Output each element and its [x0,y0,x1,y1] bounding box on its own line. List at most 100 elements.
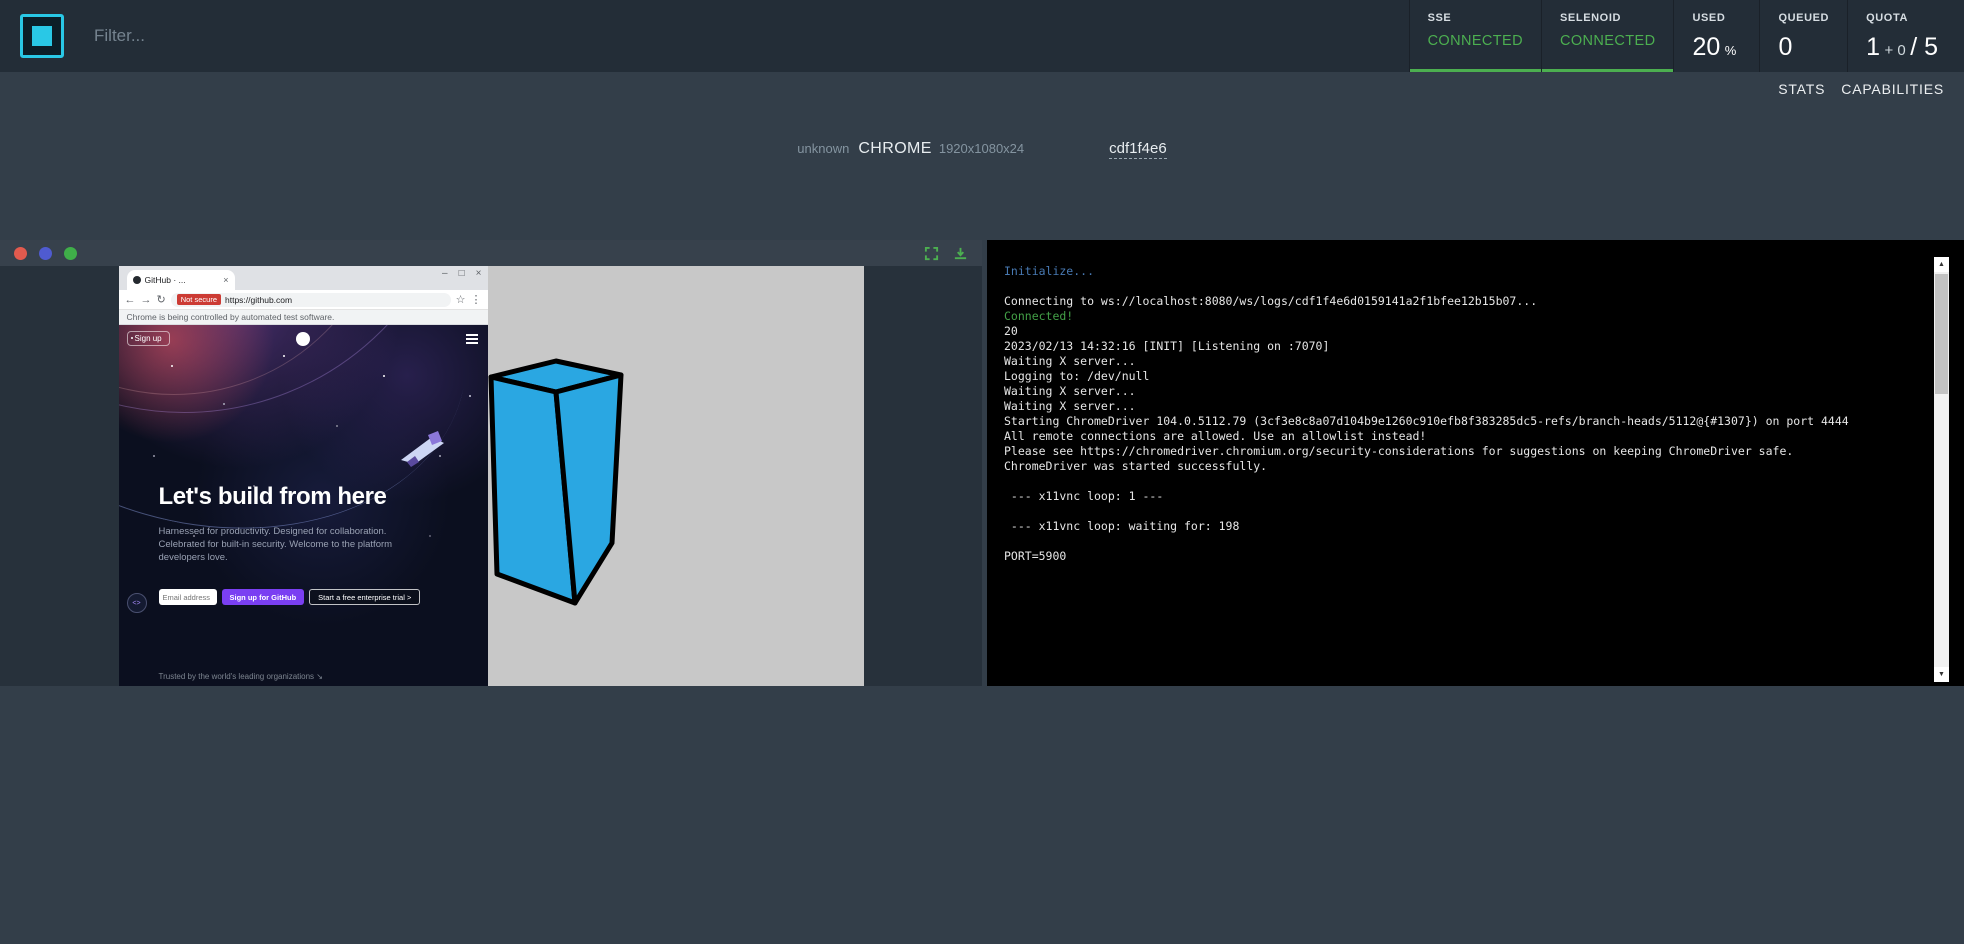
tab-close-icon[interactable]: × [223,275,228,285]
scrollbar-track[interactable] [1934,272,1949,667]
not-secure-badge: Not secure [177,294,221,305]
stat-label: QUOTA [1866,12,1938,24]
menu-icon[interactable] [466,334,478,346]
url-text: https://github.com [225,295,292,305]
vnc-actions [924,246,968,261]
sse-status: CONNECTED [1428,33,1523,49]
used-number: 20 [1692,33,1720,61]
session-quota-user: unknown [797,141,849,156]
stat-selenoid: SELENOID CONNECTED [1541,0,1673,72]
session-id-link[interactable]: cdf1f4e6 [1109,140,1167,159]
github-header: Sign up [127,331,480,349]
vnc-titlebar [0,240,982,266]
log-line: All remote connections are allowed. Use … [1004,429,1904,444]
log-line: --- x11vnc loop: 1 --- [1004,489,1904,504]
browser-tab[interactable]: GitHub · ... × [127,270,235,290]
spaceship-graphic [397,429,449,471]
log-lines: Initialize... Connecting to ws://localhos… [1004,264,1904,564]
scroll-up-icon[interactable]: ▲ [1934,257,1949,272]
log-line: PORT=5900 [1004,549,1904,564]
stat-queued: QUEUED 0 [1759,0,1847,72]
stat-sse: SSE CONNECTED [1409,0,1541,72]
log-line: Starting ChromeDriver 104.0.5112.79 (3cf… [1004,414,1904,429]
tab-capabilities[interactable]: CAPABILITIES [1841,81,1944,97]
download-icon[interactable] [953,246,968,261]
log-line [1004,504,1904,519]
log-line: Initialize... [1004,264,1904,279]
github-page: Sign up Let's build from here Harnessed … [119,325,488,686]
tab-stats[interactable]: STATS [1778,81,1825,97]
github-logo-icon [296,332,310,346]
quota-total: / 5 [1910,33,1938,61]
browser-window: GitHub · ... × – □ × ← → ↻ Not secure [119,266,488,686]
stat-used: USED 20 % [1673,0,1759,72]
session-browser-name: CHROME [858,140,932,158]
close-button[interactable]: × [476,268,482,279]
refresh-icon[interactable]: ↻ [157,293,166,306]
signup-for-github-button[interactable]: Sign up for GitHub [222,589,305,605]
used-value: 20 % [1692,33,1741,62]
stat-label: SSE [1428,12,1523,24]
log-line: Please see https://chromedriver.chromium… [1004,444,1904,459]
log-line: Connecting to ws://localhost:8080/ws/log… [1004,294,1904,309]
quota-pending: + 0 [1884,42,1905,59]
selenoid-ui-logo[interactable] [20,14,64,58]
tab-title: GitHub · ... [145,275,220,285]
log-line: Waiting X server... [1004,354,1904,369]
log-line: Waiting X server... [1004,399,1904,414]
used-unit: % [1725,43,1737,58]
topbar: SSE CONNECTED SELENOID CONNECTED USED 20… [0,0,1964,72]
connection-stats: SSE CONNECTED SELENOID CONNECTED USED 20… [1409,0,1964,72]
fullscreen-icon[interactable] [924,246,939,261]
browser-toolbar: ← → ↻ Not secure https://github.com ☆ ⋮ [119,290,488,310]
infobar-text: Chrome is being controlled by automated … [127,312,335,322]
session-row: unknown CHROME 1920x1080x24 cdf1f4e6 [0,140,1964,159]
filter-input[interactable] [94,26,514,46]
code-bubble-icon: <> [127,593,147,613]
scrollbar-thumb[interactable] [1935,274,1948,394]
github-footer-text: Trusted by the world's leading organizat… [159,672,323,681]
logo-square-icon [32,26,52,46]
log-line [1004,474,1904,489]
github-tagline: Harnessed for productivity. Designed for… [159,525,397,564]
nav-tabs: STATS CAPABILITIES [1778,72,1944,106]
stat-label: QUEUED [1778,12,1829,24]
github-favicon-icon [133,276,141,284]
log-line: --- x11vnc loop: waiting for: 198 [1004,519,1904,534]
maximize-button[interactable]: □ [459,268,465,279]
window-dot-green-icon [64,247,77,260]
email-field[interactable] [159,589,217,605]
log-scrollbar[interactable]: ▲ ▼ [1934,257,1949,682]
queued-number: 0 [1778,33,1829,62]
cube-drawing [482,356,626,610]
window-controls: – □ × [442,268,481,279]
minimize-button[interactable]: – [442,268,448,279]
window-dot-blue-icon [39,247,52,260]
address-bar[interactable]: Not secure https://github.com [171,293,451,307]
browser-tabstrip: GitHub · ... × – □ × [119,266,488,290]
main-area: GitHub · ... × – □ × ← → ↻ Not secure [0,240,1964,686]
log-line: Waiting X server... [1004,384,1904,399]
session-resolution: 1920x1080x24 [939,141,1024,156]
quota-used: 1 [1866,33,1880,61]
github-signup-form: Sign up for GitHub Start a free enterpri… [159,589,421,605]
scroll-down-icon[interactable]: ▼ [1934,667,1949,682]
bookmark-star-icon[interactable]: ☆ [456,293,466,306]
enterprise-trial-button[interactable]: Start a free enterprise trial > [309,589,420,605]
vnc-screen[interactable]: GitHub · ... × – □ × ← → ↻ Not secure [119,266,864,686]
github-signup-button[interactable]: Sign up [127,331,170,346]
vnc-panel: GitHub · ... × – □ × ← → ↻ Not secure [0,240,982,686]
log-line: 20 [1004,324,1904,339]
session-log-panel: Initialize... Connecting to ws://localhos… [987,240,1964,686]
log-line: Logging to: /dev/null [1004,369,1904,384]
quota-value: 1 + 0 / 5 [1866,33,1938,62]
stat-label: SELENOID [1560,12,1655,24]
stat-quota: QUOTA 1 + 0 / 5 [1847,0,1964,72]
automation-infobar: Chrome is being controlled by automated … [119,310,488,325]
log-line: 2023/02/13 14:32:16 [INIT] [Listening on… [1004,339,1904,354]
log-line [1004,534,1904,549]
forward-icon[interactable]: → [141,294,152,306]
overflow-menu-icon[interactable]: ⋮ [471,293,482,306]
back-icon[interactable]: ← [125,294,136,306]
stat-label: USED [1692,12,1741,24]
